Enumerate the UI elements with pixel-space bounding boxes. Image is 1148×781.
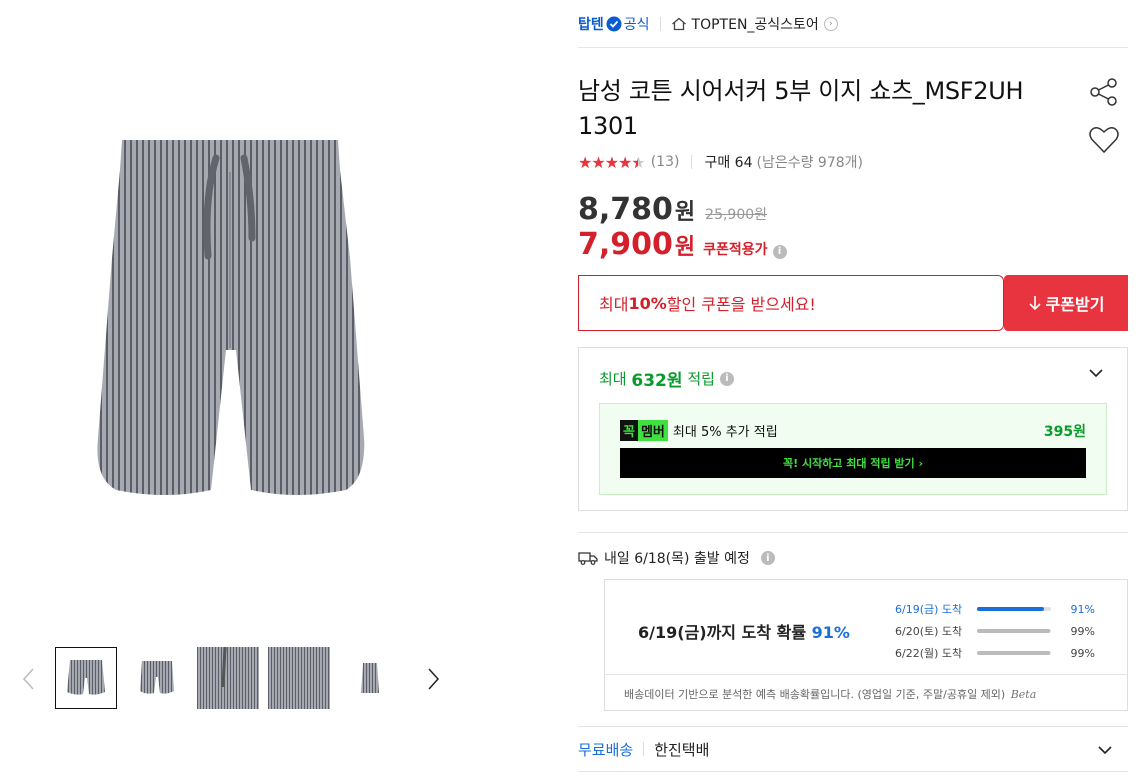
verified-badge-icon xyxy=(606,16,622,32)
star-rating[interactable]: ★★★★★★ xyxy=(578,153,646,172)
chevron-down-icon xyxy=(1089,369,1103,378)
probability-bar-fill xyxy=(977,629,1051,633)
shipping-free-label: 무료배송 xyxy=(578,740,634,759)
points-headline: 최대 632원 적립 i xyxy=(599,366,734,391)
coupon-banner: 최대 10% 할인 쿠폰을 받으세요! xyxy=(578,275,1004,331)
wishlist-button[interactable] xyxy=(1088,124,1120,156)
probability-bar xyxy=(977,629,1051,633)
remaining-stock: (남은수량 978개) xyxy=(756,155,864,171)
delivery-date-text: 내일 6/18(목) 출발 예정 xyxy=(604,551,750,567)
get-coupon-button[interactable]: 쿠폰받기 xyxy=(1004,275,1128,331)
probability-bar-fill xyxy=(977,651,1051,655)
probability-rows: 6/19(금) 도착 91% 6/20(토) 도착 99% 6/22(월) 도착… xyxy=(895,598,1095,664)
points-panel: 최대 632원 적립 i 꼭 멤버 최대 5% 추가 적립 395원 꼭! 시작… xyxy=(578,347,1128,511)
sale-price-unit: 원 xyxy=(674,200,696,225)
brand-name: 탑텐 xyxy=(578,17,604,33)
product-main-image xyxy=(76,138,386,508)
probability-row: 6/22(월) 도착 99% xyxy=(895,642,1095,664)
coupon-price: 7,900 xyxy=(578,227,673,262)
download-arrow-icon xyxy=(1028,296,1041,311)
probability-summary-pct: 91% xyxy=(811,623,850,642)
probability-bar-fill xyxy=(977,607,1045,611)
probability-row: 6/19(금) 도착 91% xyxy=(895,598,1095,620)
probability-note-text: 배송데이터 기반으로 분석한 예측 배송확률입니다. (영업일 기준, 주말/공… xyxy=(624,688,1006,701)
gallery-thumbnail-2[interactable] xyxy=(126,647,188,709)
share-button[interactable] xyxy=(1088,76,1120,108)
points-prefix: 최대 xyxy=(599,370,627,388)
shipping-carrier: 한진택배 xyxy=(654,740,710,759)
gallery-thumbnail-4[interactable] xyxy=(268,647,330,709)
probability-value: 99% xyxy=(1070,646,1095,660)
store-link[interactable]: TOPTEN_공식스토어 › xyxy=(671,14,838,34)
probability-value: 99% xyxy=(1070,624,1095,638)
points-amount: 632원 xyxy=(631,371,683,391)
chevron-left-icon xyxy=(22,668,34,690)
gallery-next-button[interactable] xyxy=(422,662,446,696)
member-badge-a: 꼭 xyxy=(620,420,638,441)
shipping-row[interactable]: 무료배송 한진택배 xyxy=(578,726,1128,772)
get-coupon-label: 쿠폰받기 xyxy=(1045,295,1105,314)
official-label: 공식 xyxy=(623,17,650,33)
coupon-text-prefix: 최대 xyxy=(599,295,629,314)
delivery-probability-box: 6/19(금)까지 도착 확률 91% 6/19(금) 도착 91% 6/20(… xyxy=(604,579,1128,711)
share-icon xyxy=(1090,78,1117,106)
member-points-amount: 395원 xyxy=(1043,423,1086,440)
coupon-price-unit: 원 xyxy=(674,235,696,260)
beta-label: Beta xyxy=(1010,688,1037,701)
probability-value: 91% xyxy=(1070,602,1095,616)
probability-row: 6/20(토) 도착 99% xyxy=(895,620,1095,642)
probability-summary: 6/19(금)까지 도착 확률 91% xyxy=(638,619,850,643)
truck-icon xyxy=(578,552,598,565)
original-price: 25,900원 xyxy=(705,207,768,223)
member-points-row: 꼭 멤버 최대 5% 추가 적립 395원 xyxy=(620,420,1086,441)
probability-top: 6/19(금)까지 도착 확률 91% 6/19(금) 도착 91% 6/20(… xyxy=(605,580,1127,675)
member-start-button[interactable]: 꼭! 시작하고 최대 적립 받기 › xyxy=(620,448,1086,478)
probability-bar xyxy=(977,651,1051,655)
coupon-applied-label: 쿠폰적용가 xyxy=(703,242,768,258)
divider xyxy=(578,532,1128,533)
gallery-thumbnail-5[interactable] xyxy=(339,647,401,709)
probability-date: 6/22(월) 도착 xyxy=(895,647,963,660)
gallery-thumbnail-1[interactable] xyxy=(55,647,117,709)
delivery-headline: 내일 6/18(목) 출발 예정 i xyxy=(578,548,775,568)
probability-summary-text: 6/19(금)까지 도착 확률 xyxy=(638,623,812,642)
chevron-right-icon: › xyxy=(823,17,838,31)
sale-price-row: 8,780 원 25,900원 xyxy=(578,192,767,228)
probability-date: 6/20(토) 도착 xyxy=(895,625,963,638)
info-icon[interactable]: i xyxy=(719,371,734,386)
sale-price: 8,780 xyxy=(578,192,673,227)
probability-date: 6/19(금) 도착 xyxy=(895,603,963,616)
rating-row: ★★★★★★ (13) 구매 64 (남은수량 978개) xyxy=(578,151,863,173)
info-icon[interactable]: i xyxy=(760,551,775,565)
coupon-price-row: 7,900 원 쿠폰적용가 i xyxy=(578,227,787,263)
points-toggle-button[interactable] xyxy=(1087,364,1105,382)
probability-note: 배송데이터 기반으로 분석한 예측 배송확률입니다. (영업일 기준, 주말/공… xyxy=(624,686,1036,702)
member-badge-b: 멤버 xyxy=(637,420,668,441)
info-icon[interactable]: i xyxy=(772,244,787,259)
review-count[interactable]: (13) xyxy=(651,154,680,170)
divider xyxy=(659,17,661,31)
divider xyxy=(691,155,693,169)
chevron-right-icon xyxy=(428,668,440,690)
coupon-text-bold: 10% xyxy=(628,293,667,313)
heart-icon xyxy=(1089,126,1119,154)
points-suffix: 적립 xyxy=(687,370,715,388)
chevron-down-icon xyxy=(1098,746,1112,755)
gallery-thumbnail-3[interactable] xyxy=(197,647,259,709)
divider xyxy=(643,742,645,756)
gallery-prev-button[interactable] xyxy=(16,662,40,696)
member-points-box: 꼭 멤버 최대 5% 추가 적립 395원 꼭! 시작하고 최대 적립 받기 › xyxy=(599,403,1107,495)
member-points-text: 최대 5% 추가 적립 xyxy=(672,425,778,440)
probability-bar xyxy=(977,607,1051,611)
store-name: TOPTEN_공식스토어 xyxy=(691,17,819,33)
product-title: 남성 코튼 시어서커 5부 이지 쇼츠_MSF2UH 1301 xyxy=(578,77,1024,140)
home-icon xyxy=(671,17,686,31)
store-header: 탑텐 공식 TOPTEN_공식스토어 › xyxy=(578,14,1128,48)
coupon-text-suffix: 할인 쿠폰을 받으세요! xyxy=(666,295,816,314)
shipping-toggle-button[interactable] xyxy=(1096,741,1114,759)
purchase-count: 구매 64 xyxy=(704,155,753,171)
brand-link[interactable]: 탑텐 공식 xyxy=(578,14,650,34)
